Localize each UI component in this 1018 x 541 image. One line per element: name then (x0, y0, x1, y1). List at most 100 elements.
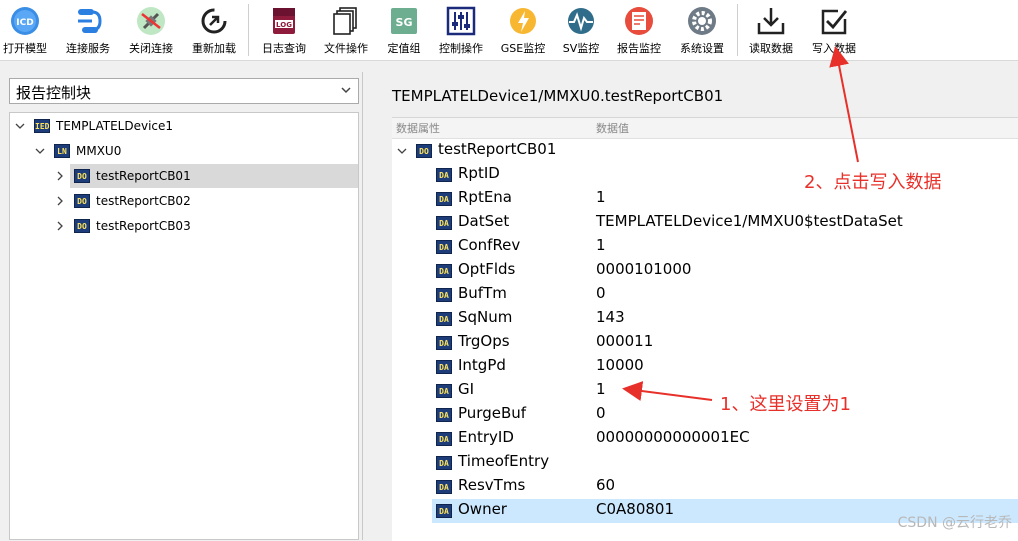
attribute-value[interactable]: 10000 (596, 356, 644, 374)
attribute-value[interactable]: 0000101000 (596, 260, 691, 278)
attribute-value[interactable]: 143 (596, 308, 625, 326)
svg-text:ICD: ICD (16, 18, 33, 28)
attribute-row[interactable]: DA DatSet TEMPLATELDevice1/MMXU0$testDataS… (392, 211, 1018, 235)
file-operation-button[interactable]: 文件操作 (318, 0, 374, 60)
attribute-name: RptEna (458, 188, 513, 206)
attribute-value[interactable]: 1 (596, 380, 606, 398)
da-badge-icon: DA (436, 240, 452, 254)
grid-header: 数据属性 数据值 (392, 118, 1018, 139)
tree-node-do[interactable]: DO testReportCB03 (10, 214, 358, 238)
attribute-value[interactable]: TEMPLATELDevice1/MMXU0$testDataSet (596, 212, 903, 230)
attribute-value[interactable]: 0 (596, 404, 606, 422)
block-type-value: 报告控制块 (16, 84, 92, 102)
da-badge-icon: DA (436, 264, 452, 278)
tree-node-ied[interactable]: IED TEMPLATELDevice1 (10, 114, 358, 138)
attribute-name: Owner (458, 500, 507, 518)
attribute-value[interactable]: 1 (596, 236, 606, 254)
annotation-step2: 2、点击写入数据 (804, 172, 942, 193)
attribute-row[interactable]: DA EntryID 00000000000001EC (392, 427, 1018, 451)
attribute-name: EntryID (458, 428, 514, 446)
chevron-right-icon (57, 196, 63, 206)
attribute-row[interactable]: DA IntgPd 10000 (392, 355, 1018, 379)
da-badge-icon: DA (436, 336, 452, 350)
connect-service-button[interactable]: 连接服务 (60, 0, 116, 60)
tree-node-label: TEMPLATELDevice1 (56, 119, 174, 133)
report-monitor-label: 报告监控 (617, 42, 661, 55)
da-badge-icon: DA (436, 288, 452, 302)
attribute-name: TimeofEntry (458, 452, 550, 470)
attribute-name: ConfRev (458, 236, 521, 254)
attribute-value[interactable]: 00000000000001EC (596, 428, 750, 446)
tree-node-do[interactable]: DO testReportCB02 (10, 189, 358, 213)
right-panel: TEMPLATELDevice1/MMXU0.testReportCB01 数据… (374, 72, 1018, 541)
file-icon (333, 7, 357, 35)
control-operation-button[interactable]: 控制操作 (433, 0, 489, 60)
da-badge-icon: DA (436, 192, 452, 206)
attribute-row[interactable]: DA OptFlds 0000101000 (392, 259, 1018, 283)
attribute-name: TrgOps (458, 332, 510, 350)
attribute-row[interactable]: DA ResvTms 60 (392, 475, 1018, 499)
data-path-title: TEMPLATELDevice1/MMXU0.testReportCB01 (392, 87, 724, 105)
attribute-row[interactable]: DA GI 1 (392, 379, 1018, 403)
attribute-value[interactable]: 000011 (596, 332, 653, 350)
attribute-row[interactable]: DA BufTm 0 (392, 283, 1018, 307)
ln-badge-icon: LN (54, 144, 70, 158)
attribute-name: IntgPd (458, 356, 506, 374)
write-data-button[interactable]: 写入数据 (806, 0, 862, 60)
chevron-down-icon (397, 148, 407, 154)
left-panel: 报告控制块 IED TEMPLATELDevice1 LN MMXU0 DO t… (0, 72, 363, 540)
sg-icon: SG (391, 8, 417, 34)
svg-text:LOG: LOG (276, 21, 292, 29)
attribute-row[interactable]: DA TrgOps 000011 (392, 331, 1018, 355)
attribute-row[interactable]: DA TimeofEntry (392, 451, 1018, 475)
attribute-value[interactable]: 0 (596, 284, 606, 302)
write-data-icon (821, 9, 848, 35)
control-icon (446, 6, 476, 36)
da-badge-icon: DA (436, 384, 452, 398)
read-data-label: 读取数据 (749, 42, 793, 55)
attribute-name: RptID (458, 164, 500, 182)
da-badge-icon: DA (436, 168, 452, 182)
attribute-row[interactable]: DA ConfRev 1 (392, 235, 1018, 259)
close-connection-button[interactable]: 关闭连接 (123, 0, 179, 60)
block-type-select[interactable]: 报告控制块 (9, 78, 359, 104)
svg-text:SG: SG (396, 16, 413, 29)
tree-node-label: MMXU0 (76, 144, 122, 158)
gse-icon (510, 8, 536, 34)
da-badge-icon: DA (436, 408, 452, 422)
attribute-row[interactable]: DA PurgeBuf 0 (392, 403, 1018, 427)
setting-group-button[interactable]: SG 定值组 (380, 0, 428, 60)
connect-icon (78, 9, 102, 33)
toolbar-separator (737, 4, 738, 56)
read-data-button[interactable]: 读取数据 (743, 0, 799, 60)
open-model-button[interactable]: ICD 打开模型 (0, 0, 50, 60)
da-badge-icon: DA (436, 456, 452, 470)
attribute-name: OptFlds (458, 260, 516, 278)
attribute-value[interactable]: 1 (596, 188, 606, 206)
do-badge-icon: DO (416, 144, 432, 158)
da-badge-icon: DA (436, 432, 452, 446)
tree-node-ln[interactable]: LN MMXU0 (10, 139, 358, 163)
annotation-step1: 1、这里设置为1 (720, 394, 851, 415)
toolbar: ICD 打开模型 连接服务 关闭连接 重新加载 LOG 日志查询 文件操作 SG… (0, 0, 1018, 61)
system-settings-button[interactable]: 系统设置 (674, 0, 730, 60)
sv-monitor-button[interactable]: SV监控 (556, 0, 606, 60)
sv-monitor-label: SV监控 (562, 42, 600, 55)
tree-node-root[interactable]: DO testReportCB01 (392, 139, 1018, 163)
chevron-down-icon (35, 148, 45, 154)
write-data-label: 写入数据 (812, 42, 856, 55)
root-label: testReportCB01 (438, 140, 557, 158)
chevron-down-icon (15, 123, 25, 129)
tree-node-do[interactable]: DO testReportCB01 (10, 164, 358, 188)
chevron-right-icon (57, 171, 63, 181)
gse-monitor-button[interactable]: GSE监控 (495, 0, 551, 60)
attribute-row[interactable]: DA SqNum 143 (392, 307, 1018, 331)
report-monitor-button[interactable]: 报告监控 (611, 0, 667, 60)
chevron-right-icon (57, 221, 63, 231)
attribute-value[interactable]: C0A80801 (596, 500, 674, 518)
reload-button[interactable]: 重新加载 (186, 0, 242, 60)
log-query-button[interactable]: LOG 日志查询 (256, 0, 312, 60)
attribute-value[interactable]: 60 (596, 476, 615, 494)
close-connection-label: 关闭连接 (129, 42, 173, 55)
attribute-name: BufTm (458, 284, 507, 302)
